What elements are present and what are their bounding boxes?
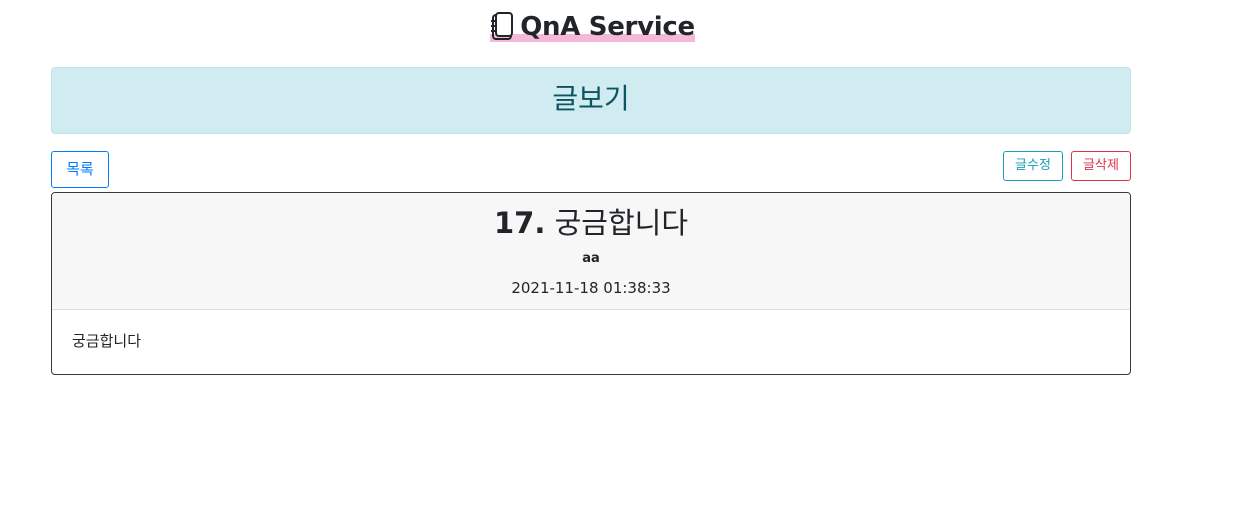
post-number: 17. (494, 206, 546, 240)
post-title-text: 궁금합니다 (554, 206, 688, 240)
post-header: 17. 궁금합니다 aa 2021-11-18 01:38:33 (52, 193, 1130, 310)
post-content: 궁금합니다 (72, 332, 142, 350)
page-title: 글보기 (51, 67, 1131, 134)
delete-post-button[interactable]: 글삭제 (1071, 151, 1131, 181)
list-button[interactable]: 목록 (51, 151, 109, 188)
post-title: 17. 궁금합니다 (52, 193, 1130, 242)
post-date: 2021-11-18 01:38:33 (511, 279, 671, 297)
post-author: aa (582, 251, 600, 266)
site-header: QnA Service (0, 10, 1183, 46)
notebook-icon (488, 12, 514, 42)
brand[interactable]: QnA Service (488, 10, 695, 44)
brand-title: QnA Service (520, 12, 695, 42)
post-card: 17. 궁금합니다 aa 2021-11-18 01:38:33 궁금합니다 (51, 192, 1131, 375)
edit-post-button[interactable]: 글수정 (1003, 151, 1063, 181)
